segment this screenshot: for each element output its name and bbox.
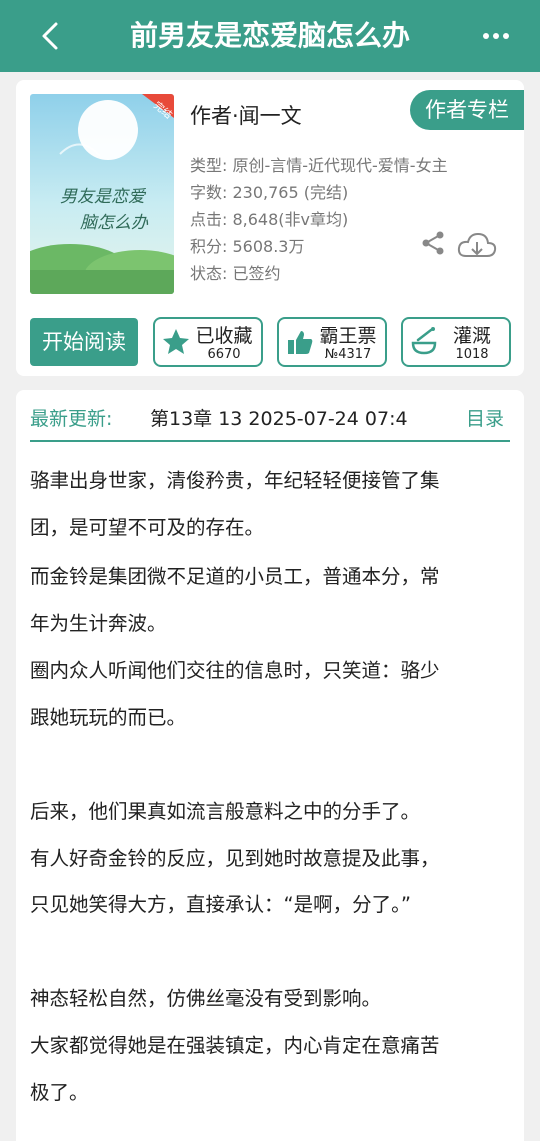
synopsis-line: 跟她玩玩的而已。 (30, 706, 187, 729)
synopsis-line: 极了。 (30, 1081, 89, 1104)
book-info-card: 完结 男友是恋爱 脑怎么办 作者·闻一文 作者专栏 类型: 原创-言情-近代现代… (16, 80, 524, 376)
synopsis-line: 圈内众人听闻他们交往的信息时，只笑道：骆少 (30, 659, 440, 682)
synopsis-card: 最新更新: 第13章 13 2025-07-24 07:4 目录 骆聿出身世家，… (16, 390, 524, 1141)
text-fade (410, 402, 440, 438)
synopsis-line: 大家都觉得她是在强装镇定，内心肯定在意痛苦 (30, 1034, 440, 1057)
vote-count: №4317 (324, 347, 372, 362)
meta-words: 字数: 230,765 (完结) (190, 183, 349, 202)
synopsis-line: 神态轻松自然，仿佛丝毫没有受到影响。 (30, 987, 382, 1010)
water-label: 灌溉 (452, 325, 491, 347)
synopsis-line: 只见她笑得大方，直接承认：“是啊，分了。” (30, 893, 411, 916)
back-icon[interactable] (30, 14, 74, 58)
synopsis-line: 而金铃是集团微不足道的小员工，普通本分，常 (30, 565, 440, 588)
book-cover[interactable]: 完结 男友是恋爱 脑怎么办 (30, 94, 174, 294)
start-reading-button[interactable]: 开始阅读 (30, 318, 138, 366)
author-name[interactable]: 作者·闻一文 (190, 100, 302, 130)
meta-clicks: 点击: 8,648(非v章均) (190, 210, 349, 229)
watering-icon (411, 327, 437, 355)
cover-title-line2: 脑怎么办 (80, 213, 149, 233)
meta-score: 积分: 5608.3万 (190, 237, 305, 256)
top-bar: 前男友是恋爱脑怎么办 (0, 0, 540, 72)
collect-count: 6670 (207, 347, 241, 362)
page-title: 前男友是恋爱脑怎么办 (129, 19, 410, 52)
synopsis-line: 后来，他们果真如流言般意料之中的分手了。 (30, 800, 421, 823)
synopsis-line: 团，是可望不可及的存在。 (30, 516, 265, 539)
download-icon[interactable] (456, 230, 498, 262)
synopsis-line: 有人好奇金铃的反应，见到她时故意提及此事， (30, 847, 440, 870)
collect-button[interactable]: 已收藏 6670 (153, 317, 263, 367)
collect-label: 已收藏 (195, 325, 253, 347)
latest-update-row[interactable]: 最新更新: 第13章 13 2025-07-24 07:4 目录 (30, 402, 510, 442)
cover-title-line1: 男友是恋爱 (60, 187, 147, 207)
water-button[interactable]: 灌溉 1018 (401, 317, 511, 367)
book-meta: 类型: 原创-言情-近代现代-爱情-女主 字数: 230,765 (完结) 点击… (190, 152, 448, 287)
vote-label: 霸王票 (319, 325, 377, 347)
more-icon[interactable] (476, 16, 516, 56)
toc-link[interactable]: 目录 (466, 404, 504, 431)
synopsis-line: 骆聿出身世家，清俊矜贵，年纪轻轻便接管了集 (30, 469, 440, 492)
meta-status: 状态: 已签约 (190, 264, 281, 283)
share-icon[interactable] (420, 230, 446, 256)
vote-button[interactable]: 霸王票 №4317 (277, 317, 387, 367)
thumb-up-icon (288, 331, 313, 354)
latest-chapter[interactable]: 第13章 13 2025-07-24 07:4 (150, 404, 434, 431)
water-count: 1018 (455, 347, 489, 362)
latest-update-label: 最新更新: (30, 408, 113, 430)
meta-type: 类型: 原创-言情-近代现代-爱情-女主 (190, 156, 448, 175)
author-column-button[interactable]: 作者专栏 (410, 90, 524, 130)
synopsis-line: 年为生计奔波。 (30, 612, 167, 635)
star-icon (163, 329, 189, 354)
